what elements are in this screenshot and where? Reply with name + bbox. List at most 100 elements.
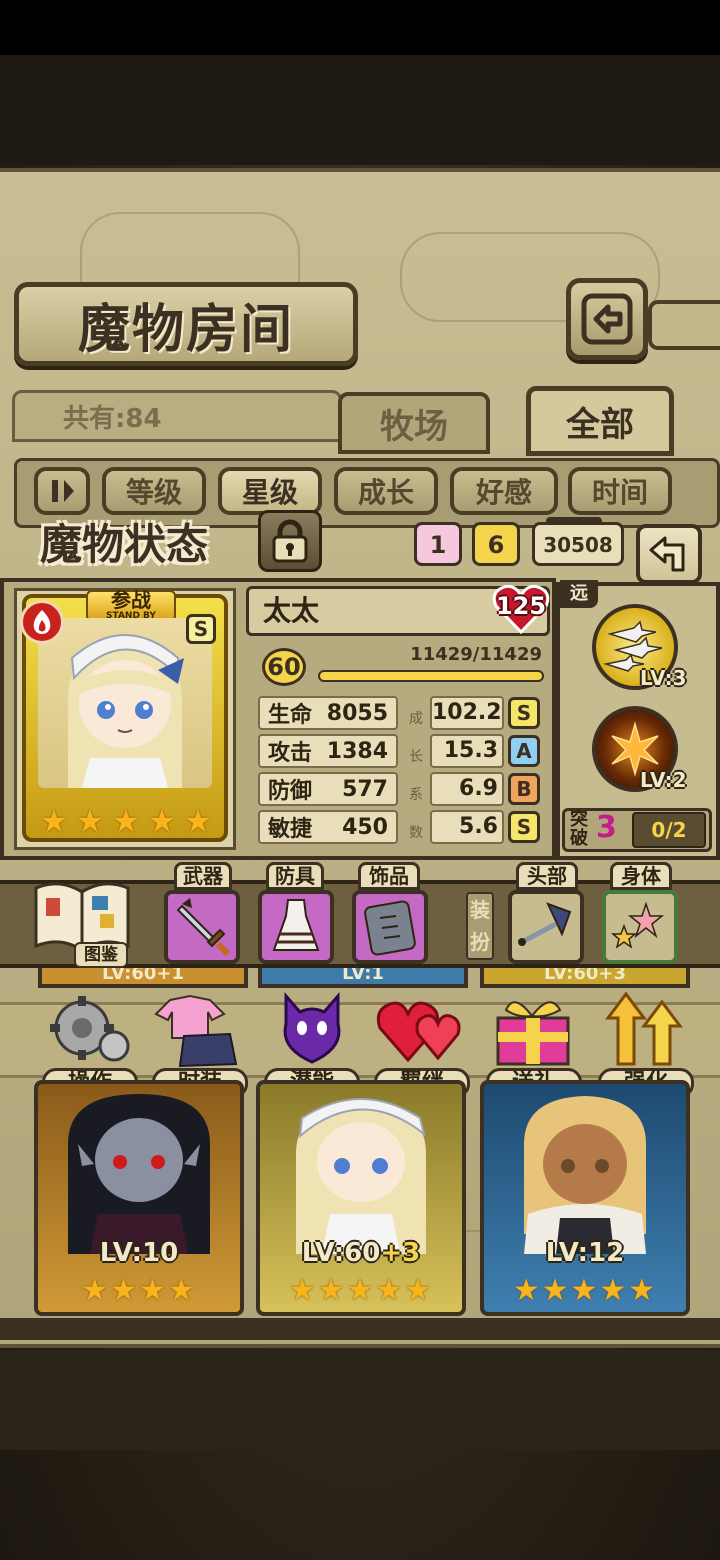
monster-3-stars: ★★★★★ — [512, 1273, 658, 1308]
return-button[interactable] — [566, 278, 648, 360]
growth-char: 长 — [409, 749, 423, 765]
pause-sort-icon — [52, 480, 74, 502]
partial-card-3[interactable]: LV:60+3 — [480, 965, 690, 988]
range-tag: 远 — [560, 580, 598, 608]
armor-slot[interactable] — [258, 890, 334, 964]
screen-title-plate: 魔物房间 — [14, 282, 358, 366]
weapon-label: 武器 — [174, 862, 232, 890]
monster-portrait-3 — [524, 1096, 646, 1254]
sort-growth-button[interactable]: 成长 — [334, 467, 438, 515]
grade-attack: A — [508, 735, 540, 767]
hearts-icon — [376, 1001, 461, 1063]
partial-card-1[interactable]: LV:60+1 — [38, 965, 248, 988]
back-rail — [648, 300, 720, 350]
exp-text: 11429/11429 — [410, 644, 542, 665]
fan-icon — [518, 902, 572, 946]
stat-attack: 攻击 1384 — [258, 734, 398, 768]
stat-agility: 敏捷 450 — [258, 810, 398, 844]
monster-1-stars: ★★★★ — [81, 1273, 197, 1308]
monster-card-3[interactable]: LV:12 ★★★★★ — [480, 1080, 690, 1316]
panel-bottom-rail — [0, 1318, 720, 1340]
star-icon: ★ — [147, 802, 177, 840]
sort-star-button[interactable]: 星级 — [218, 467, 322, 515]
rating-stars: ★ ★ ★ ★ ★ — [36, 804, 216, 838]
stat-hp: 生命 8055 — [258, 696, 398, 730]
sort-order-toggle[interactable] — [34, 467, 90, 515]
growth-char: 成 — [409, 711, 423, 727]
return-icon — [581, 293, 633, 345]
stars-icon — [610, 901, 665, 949]
exp-fill — [320, 672, 542, 680]
grade-hp: S — [508, 697, 540, 729]
monster-card-2[interactable]: LV:60+3 ★★★★★ — [256, 1080, 466, 1316]
close-status-button[interactable] — [636, 524, 702, 584]
encyclopedia-label: 图鉴 — [74, 942, 128, 968]
skill-2-level: LV:2 — [640, 768, 687, 792]
status-banner: 魔物状态 — [39, 519, 208, 569]
tile-icon — [364, 900, 416, 956]
monster-2-stars: ★★★★★ — [288, 1273, 434, 1308]
star-icon: ★ — [111, 802, 141, 840]
star-icon: ★ — [75, 802, 105, 840]
growth-attack: 15.3 — [430, 734, 504, 768]
monster-2-level: LV:60+3 — [301, 1238, 421, 1268]
outfit-icon — [154, 994, 238, 1068]
dress-up-label: 装扮 — [466, 892, 494, 960]
monster-portrait-1 — [68, 1094, 210, 1254]
accessory-slot[interactable] — [352, 890, 428, 964]
stat-defense: 防御 577 — [258, 772, 398, 806]
background-band-top — [0, 55, 720, 165]
dress-icon — [272, 899, 320, 951]
tab-all[interactable]: 全部 — [526, 386, 674, 456]
potential-icon — [283, 992, 341, 1064]
growth-char: 系 — [409, 787, 423, 803]
bond-value: 1 — [429, 531, 447, 559]
accessory-label: 饰品 — [358, 862, 420, 890]
breakthrough-count: 0/2 — [632, 812, 706, 848]
monster-3-level: LV:12 — [545, 1238, 625, 1268]
power-value: 30508 — [543, 533, 613, 557]
monster-portrait — [38, 618, 212, 788]
sort-time-button[interactable]: 时间 — [568, 467, 672, 515]
exp-bar — [318, 670, 544, 682]
monster-count-bar: 共有:84 — [12, 390, 342, 442]
power-badge: 30508 — [532, 522, 624, 566]
monster-portrait-art — [68, 634, 184, 788]
rank-badge: S — [186, 614, 216, 644]
weapon-slot[interactable] — [164, 890, 240, 964]
grade-defense: B — [508, 773, 540, 805]
growth-defense: 6.9 — [430, 772, 504, 806]
screen-title: 魔物房间 — [77, 298, 294, 360]
head-slot[interactable] — [508, 890, 584, 964]
sword-icon — [176, 898, 231, 957]
grade-agility: S — [508, 811, 540, 843]
growth-hp: 102.2 — [430, 696, 504, 730]
potential-value: 6 — [487, 531, 505, 559]
head-label: 头部 — [516, 862, 578, 890]
breakthrough-label: 突破 — [570, 809, 588, 849]
skill-1-level: LV:3 — [640, 666, 687, 690]
potential-badge: 6 — [472, 522, 520, 566]
growth-char: 数 — [409, 825, 423, 841]
arrows-up-icon — [605, 991, 683, 1066]
sort-affection-button[interactable]: 好感 — [450, 467, 558, 515]
monster-card-1[interactable]: LV:10 ★★★★ — [34, 1080, 244, 1316]
growth-agility: 5.6 — [430, 810, 504, 844]
fire-element-icon — [20, 600, 64, 644]
body-label: 身体 — [610, 862, 672, 890]
affection-heart: 125 — [492, 584, 550, 634]
partial-card-2[interactable]: LV:1 — [258, 965, 468, 988]
sort-level-button[interactable]: 等级 — [102, 467, 206, 515]
status-bar — [0, 0, 720, 55]
star-icon: ★ — [39, 802, 69, 840]
level-badge: 60 — [262, 648, 306, 686]
tab-ranch[interactable]: 牧场 — [338, 392, 490, 454]
back-arrow-icon — [649, 536, 685, 572]
monster-portrait-2 — [296, 1098, 426, 1254]
lock-icon — [272, 519, 308, 563]
monster-count: 共有:84 — [63, 403, 162, 434]
gear-icon — [50, 996, 130, 1062]
lock-button[interactable] — [258, 510, 322, 572]
monster-1-level: LV:10 — [99, 1238, 179, 1268]
body-slot[interactable] — [602, 890, 678, 964]
